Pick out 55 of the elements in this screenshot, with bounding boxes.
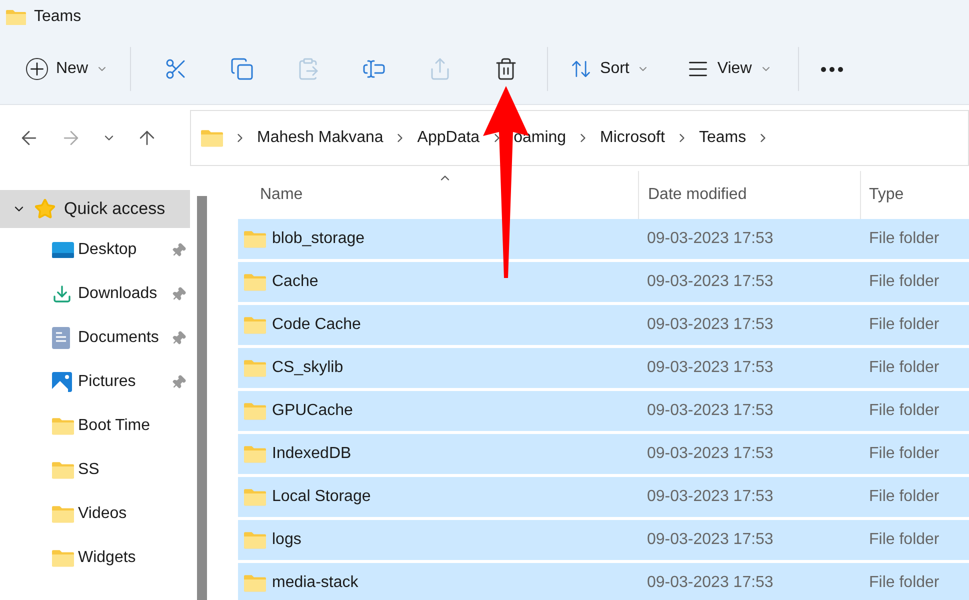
file-row[interactable]: GPUCache 09-03-2023 17:53 File folder <box>238 391 969 431</box>
file-row[interactable]: IndexedDB 09-03-2023 17:53 File folder <box>238 434 969 474</box>
file-row[interactable]: Local Storage 09-03-2023 17:53 File folder <box>238 477 969 517</box>
type-cell-text: File folder <box>868 272 940 292</box>
sidebar-item[interactable]: Pictures <box>0 360 190 404</box>
file-row[interactable]: CS_skylib 09-03-2023 17:53 File folder <box>238 348 969 388</box>
file-name: CS_skylib <box>272 358 344 378</box>
file-name: blob_storage <box>272 229 365 249</box>
sidebar-item[interactable]: Videos <box>0 492 190 536</box>
sidebar-item[interactable]: Documents <box>0 316 190 360</box>
date-cell-text: 09-03-2023 17:53 <box>646 358 774 378</box>
breadcrumb-item[interactable]: AppData <box>417 126 480 150</box>
type-cell-text: File folder <box>868 229 940 249</box>
new-button[interactable]: New <box>16 49 118 89</box>
file-name: GPUCache <box>272 401 353 421</box>
breadcrumb-item[interactable]: oaming <box>514 126 566 150</box>
date-cell-text: 09-03-2023 17:53 <box>646 401 774 421</box>
file-row[interactable]: Code Cache 09-03-2023 17:53 File folder <box>238 305 969 345</box>
type-cell-text: File folder <box>868 487 940 507</box>
date-cell-text: 09-03-2023 17:53 <box>646 487 774 507</box>
file-name: Local Storage <box>272 487 371 507</box>
type-cell-text: File folder <box>868 530 940 550</box>
sidebar-item[interactable]: Boot Time <box>0 404 190 448</box>
breadcrumb-item[interactable]: Mahesh Makvana <box>257 126 384 150</box>
date-cell-text: 09-03-2023 17:53 <box>646 315 774 335</box>
date-cell-text: 09-03-2023 17:53 <box>646 229 774 249</box>
date-cell-text: 09-03-2023 17:53 <box>646 444 774 464</box>
file-name: logs <box>272 530 302 550</box>
breadcrumb-item[interactable]: Teams <box>698 126 746 150</box>
window-title: Teams <box>34 7 82 27</box>
type-cell-text: File folder <box>868 358 940 378</box>
sort-button[interactable]: Sort <box>556 49 664 89</box>
sidebar-item[interactable]: Desktop <box>0 228 190 272</box>
type-cell-text: File folder <box>868 401 940 421</box>
date-cell-text: 09-03-2023 17:53 <box>646 272 774 292</box>
quick-access-item[interactable]: Quick access <box>0 190 190 228</box>
sidebar-item[interactable]: Widgets <box>0 536 190 580</box>
type-cell-text: File folder <box>868 573 940 593</box>
type-cell-text: File folder <box>868 315 940 335</box>
file-name: Code Cache <box>272 315 361 335</box>
date-cell-text: 09-03-2023 17:53 <box>646 530 774 550</box>
file-name: media-stack <box>272 573 358 593</box>
breadcrumb-item[interactable]: Microsoft <box>600 126 665 150</box>
file-row[interactable]: logs 09-03-2023 17:53 File folder <box>238 520 969 560</box>
view-button[interactable]: View <box>673 49 786 89</box>
column-header[interactable]: Name <box>238 171 638 219</box>
date-cell-text: 09-03-2023 17:53 <box>646 573 774 593</box>
type-cell-text: File folder <box>868 444 940 464</box>
sidebar-item[interactable]: SS <box>0 448 190 492</box>
file-row[interactable]: Cache 09-03-2023 17:53 File folder <box>238 262 969 302</box>
sidebar-item[interactable]: Downloads <box>0 272 190 316</box>
file-row[interactable]: media-stack 09-03-2023 17:53 File folder <box>238 563 969 600</box>
file-name: Cache <box>272 272 318 292</box>
file-name: IndexedDB <box>272 444 352 464</box>
file-row[interactable]: blob_storage 09-03-2023 17:53 File folder <box>238 219 969 259</box>
